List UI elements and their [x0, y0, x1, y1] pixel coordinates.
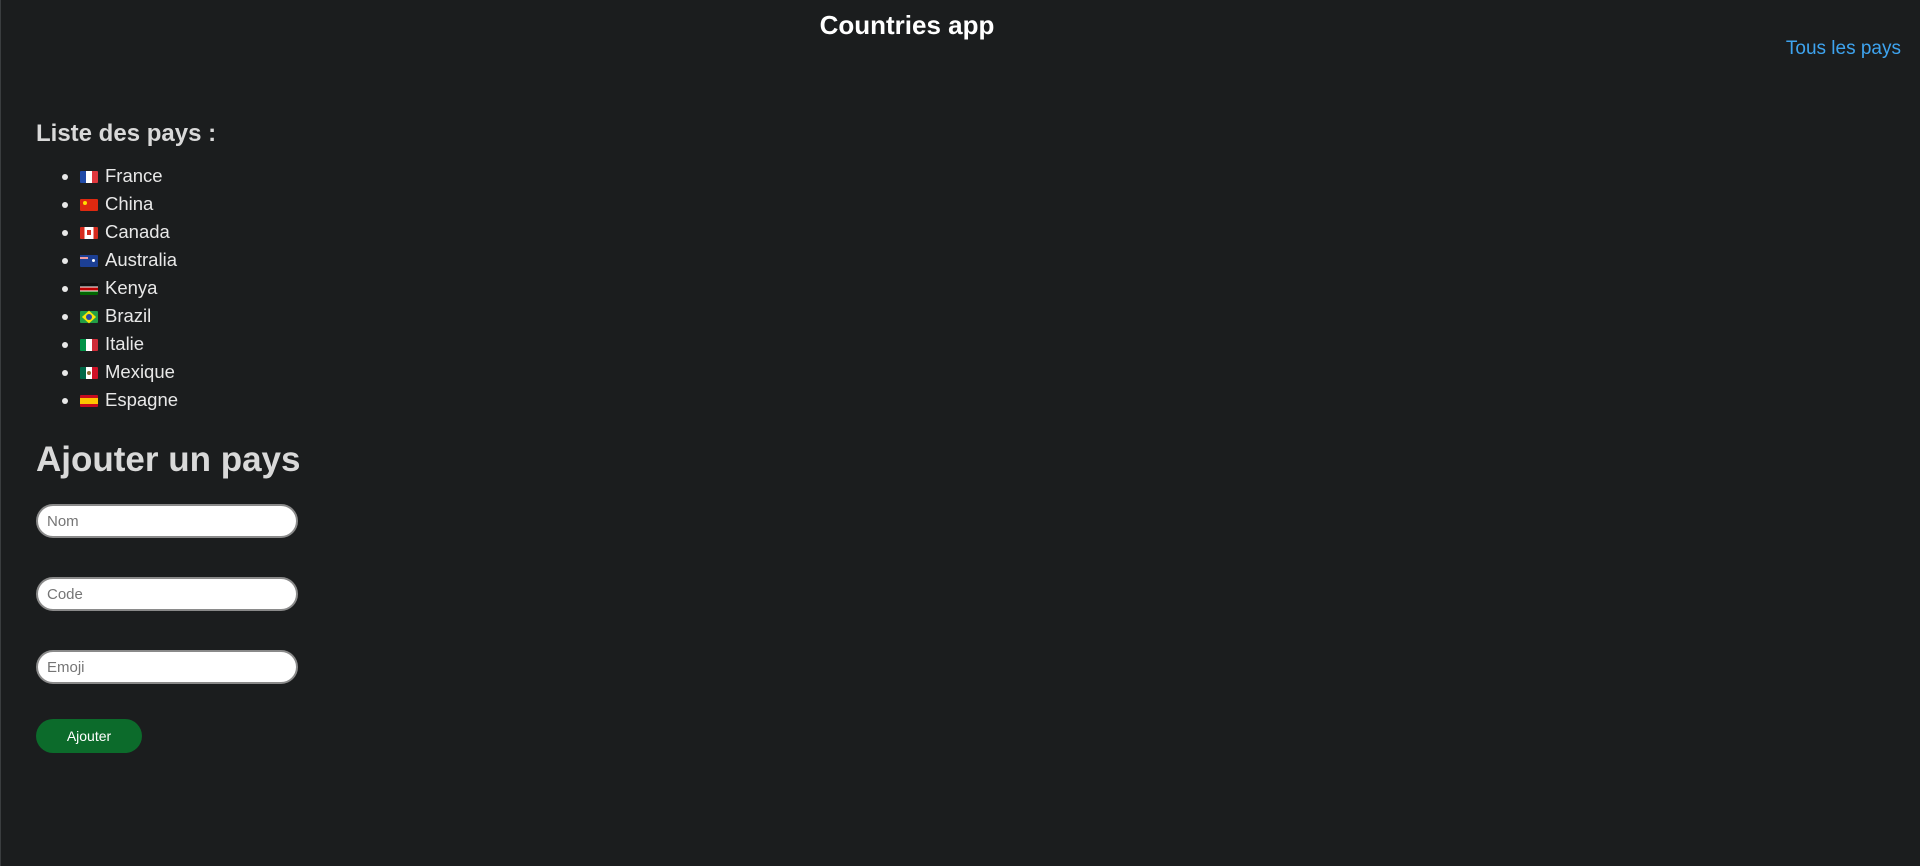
add-country-heading: Ajouter un pays: [36, 440, 301, 479]
list-item: Canada: [80, 218, 300, 246]
list-item: Espagne: [80, 386, 300, 414]
flag-mexico-icon: [80, 367, 98, 379]
add-button[interactable]: Ajouter: [36, 719, 142, 753]
country-name: China: [105, 193, 154, 214]
country-name: Mexique: [105, 361, 175, 382]
country-name: Italie: [105, 333, 145, 354]
list-item: China: [80, 190, 300, 218]
country-list: France China Canada Australia Kenya Braz…: [36, 162, 300, 414]
flag-france-icon: [80, 171, 98, 183]
list-item: Kenya: [80, 274, 300, 302]
list-item: Brazil: [80, 302, 300, 330]
name-input[interactable]: [36, 504, 298, 538]
country-name: Brazil: [105, 305, 152, 326]
list-item: France: [80, 162, 300, 190]
add-country-form: Ajouter: [36, 504, 300, 753]
country-list-heading: Liste des pays :: [36, 120, 217, 147]
flag-australia-icon: [80, 255, 98, 267]
country-name: France: [105, 165, 163, 186]
list-item: Italie: [80, 330, 300, 358]
list-item: Mexique: [80, 358, 300, 386]
country-name: Espagne: [105, 389, 179, 410]
flag-brazil-icon: [80, 311, 98, 323]
emoji-input[interactable]: [36, 650, 298, 684]
flag-italy-icon: [80, 339, 98, 351]
country-name: Australia: [105, 249, 177, 270]
app-page: Countries app Tous les pays Liste des pa…: [0, 0, 1918, 866]
all-countries-link[interactable]: Tous les pays: [1786, 38, 1901, 60]
flag-spain-icon: [80, 395, 98, 407]
main-content: Liste des pays : France China Canada Aus…: [36, 120, 300, 753]
country-name: Kenya: [105, 277, 158, 298]
flag-china-icon: [80, 199, 98, 211]
code-input[interactable]: [36, 577, 298, 611]
country-name: Canada: [105, 221, 170, 242]
list-item: Australia: [80, 246, 300, 274]
flag-canada-icon: [80, 227, 98, 239]
flag-kenya-icon: [80, 283, 98, 295]
app-title: Countries app: [819, 10, 995, 40]
